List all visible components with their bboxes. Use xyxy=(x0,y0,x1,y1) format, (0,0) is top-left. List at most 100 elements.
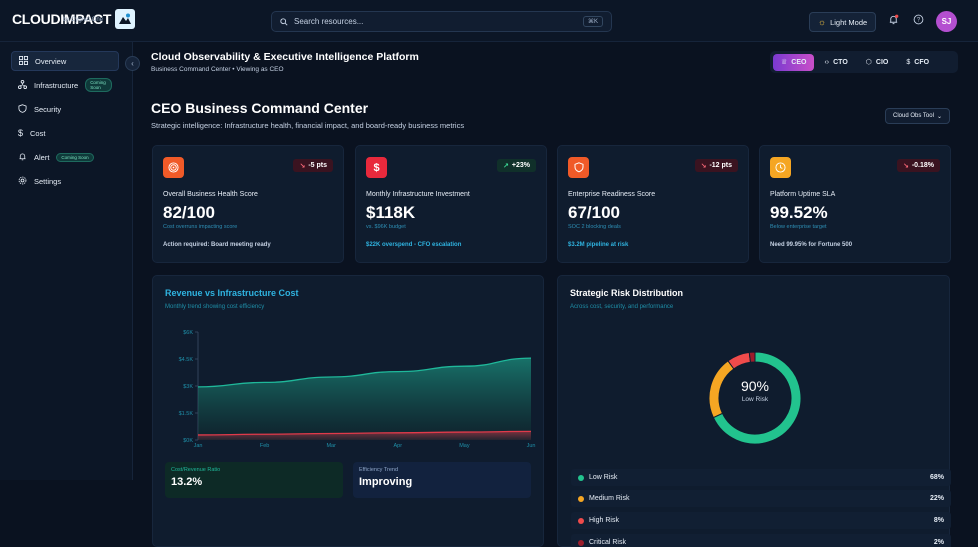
cost-ratio-stat: Cost/Revenue Ratio 13.2% xyxy=(165,462,343,498)
y-tick-label: $4.5K xyxy=(179,357,194,363)
revenue-chart-panel: Revenue vs Infrastructure Cost Monthly t… xyxy=(152,275,544,547)
role-label: CEO xyxy=(791,58,807,66)
role-tab-ceo[interactable]: ♕ CEO xyxy=(773,53,815,71)
risk-row-critical: Critical Risk 2% xyxy=(571,534,951,547)
role-tab-cio[interactable]: ⬡ CIO xyxy=(858,54,897,71)
donut-center-label: Low Risk xyxy=(741,396,769,403)
risk-value: 68% xyxy=(929,474,944,481)
light-mode-toggle[interactable]: ☼ Light Mode xyxy=(809,12,876,32)
grid-icon xyxy=(19,55,28,67)
panel-title: Revenue vs Infrastructure Cost xyxy=(165,288,299,298)
risk-label: Medium Risk xyxy=(589,495,630,502)
role-label: CIO xyxy=(875,58,889,66)
panel-subtitle: Monthly trend showing cost efficiency xyxy=(165,304,265,310)
dollar-icon: $ xyxy=(366,157,387,178)
risk-value: 2% xyxy=(933,539,944,546)
section-title: CEO Business Command Center xyxy=(151,100,369,116)
role-tab-cto[interactable]: ‹› CTO xyxy=(816,54,855,71)
sidebar-item-label: Infrastructure xyxy=(34,80,79,90)
kpi-footer: Action required: Board meeting ready xyxy=(163,242,271,248)
delta-badge: ↘ -5 pts xyxy=(293,159,333,172)
risk-row-high: High Risk 8% xyxy=(571,512,951,529)
role-label: CTO xyxy=(833,58,848,66)
role-label: CFO xyxy=(914,58,930,66)
kpi-label: Overall Business Health Score xyxy=(163,191,258,198)
kpi-card-readiness[interactable]: ↘ -12 pts Enterprise Readiness Score 67/1… xyxy=(557,145,749,263)
page-subtitle: Business Command Center • Viewing as CEO xyxy=(151,66,284,73)
delta-value: -12 pts xyxy=(709,162,732,169)
network-icon xyxy=(18,79,27,91)
kpi-label: Monthly Infrastructure Investment xyxy=(366,191,470,198)
trend-down-icon: ↘ xyxy=(700,162,707,170)
sidebar-item-security[interactable]: Security xyxy=(11,99,119,119)
sidebar-item-settings[interactable]: Settings xyxy=(11,171,119,191)
kpi-card-uptime[interactable]: ↘ -0.18% Platform Uptime SLA 99.52% Below… xyxy=(759,145,951,263)
series-area-revenue xyxy=(198,358,531,440)
trend-up-icon: ↗ xyxy=(503,162,509,170)
clock-icon xyxy=(770,157,791,178)
sun-icon: ☼ xyxy=(817,17,827,27)
tool-select-value: Cloud Obs Tool xyxy=(893,113,934,119)
top-bar: CLOUDIMPACT by Cygnet.One Search resourc… xyxy=(0,0,978,42)
tool-select-dropdown[interactable]: Cloud Obs Tool ⌄ xyxy=(885,108,950,124)
risk-distribution-panel: Strategic Risk Distribution Across cost,… xyxy=(557,275,951,547)
role-tab-cfo[interactable]: $ CFO xyxy=(898,54,937,71)
cloud-logo-icon xyxy=(115,9,136,29)
stat-value: Improving xyxy=(359,476,413,488)
kpi-card-investment[interactable]: $ ↗ +23% Monthly Infrastructure Investmen… xyxy=(355,145,547,263)
x-tick-label: Apr xyxy=(394,443,403,449)
gear-icon xyxy=(18,176,27,187)
kpi-footer: Need 99.95% for Fortune 500 xyxy=(770,242,853,248)
light-mode-label: Light Mode xyxy=(830,17,868,27)
legend-dot xyxy=(578,474,584,481)
sidebar-item-cost[interactable]: $ Cost xyxy=(11,123,119,143)
sidebar-item-alert[interactable]: Alert Coming Soon xyxy=(11,147,119,167)
sidebar-item-label: Security xyxy=(34,104,62,114)
section-subtitle: Strategic intelligence: Infrastructure h… xyxy=(151,121,465,130)
sidebar-item-label: Alert xyxy=(34,152,50,162)
sidebar-item-label: Cost xyxy=(30,128,46,138)
risk-label: Critical Risk xyxy=(589,539,626,546)
x-tick-label: May xyxy=(459,443,470,449)
bell-icon xyxy=(18,152,27,163)
stat-value: 13.2% xyxy=(171,476,203,488)
delta-value: -5 pts xyxy=(308,162,327,169)
chevron-down-icon: ⌄ xyxy=(936,113,942,120)
kpi-footer: $3.2M pipeline at risk xyxy=(568,242,629,248)
kpi-label: Enterprise Readiness Score xyxy=(568,191,656,198)
shield-icon: ⬡ xyxy=(865,59,872,66)
help-button[interactable]: ? xyxy=(910,13,926,29)
search-input[interactable]: Search resources... xyxy=(294,17,577,26)
kpi-note: SOC 2 blocking deals xyxy=(568,224,621,230)
delta-badge: ↘ -0.18% xyxy=(896,159,940,172)
avatar[interactable]: SJ xyxy=(936,11,957,32)
chevron-left-icon: ‹ xyxy=(131,59,134,68)
delta-badge: ↗ +23% xyxy=(497,159,536,172)
y-tick-label: $6K xyxy=(183,330,193,336)
delta-badge: ↘ -12 pts xyxy=(694,159,738,172)
delta-value: +23% xyxy=(511,162,530,169)
x-tick-label: Jun xyxy=(527,443,536,449)
slice-critical-risk[interactable] xyxy=(748,351,756,363)
efficiency-trend-stat: Efficiency Trend Improving xyxy=(353,462,531,498)
risk-row-medium: Medium Risk 22% xyxy=(571,490,951,507)
kpi-card-health[interactable]: ↘ -5 pts Overall Business Health Score 82… xyxy=(152,145,344,263)
crown-icon: ♕ xyxy=(781,59,788,66)
panel-subtitle: Across cost, security, and performance xyxy=(570,304,674,310)
shield-icon xyxy=(18,103,27,115)
sidebar-item-infrastructure[interactable]: Infrastructure Coming Soon xyxy=(11,75,119,95)
notifications-button[interactable] xyxy=(885,13,901,29)
risk-value: 8% xyxy=(933,517,944,524)
donut-center-value: 90% xyxy=(740,378,770,394)
trend-down-icon: ↘ xyxy=(902,162,909,170)
logo-subtitle: by Cygnet.One xyxy=(63,17,104,23)
y-tick-label: $0K xyxy=(183,438,193,444)
sidebar-item-overview[interactable]: Overview xyxy=(11,51,119,71)
search-bar[interactable]: Search resources... ⌘K xyxy=(271,11,612,32)
kpi-value: 82/100 xyxy=(163,203,215,222)
kpi-note: Below enterprise target xyxy=(770,224,827,230)
collapse-sidebar-button[interactable]: ‹ xyxy=(125,56,140,71)
kpi-note: vs. $96K budget xyxy=(366,224,406,230)
kpi-label: Platform Uptime SLA xyxy=(770,191,836,198)
kpi-note: Cost overruns impacting score xyxy=(163,224,238,230)
